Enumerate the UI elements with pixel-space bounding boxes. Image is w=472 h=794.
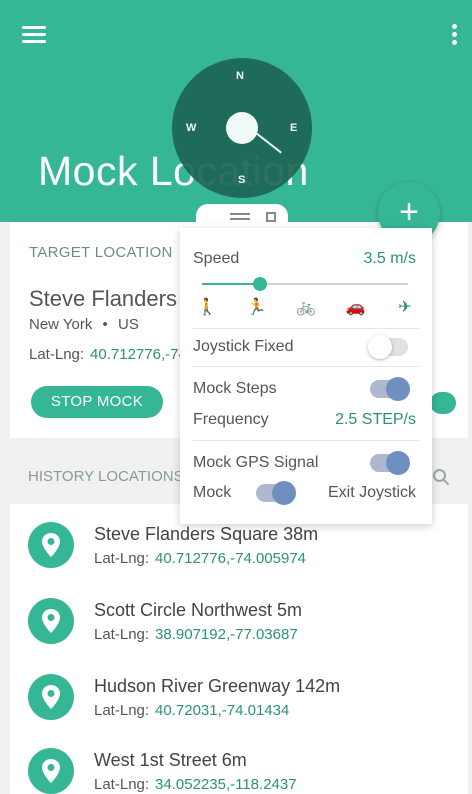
mock-gps-signal-label: Mock GPS Signal	[193, 454, 319, 471]
latlng-value: 34.052235,-118.2437	[155, 776, 297, 793]
location-pin-icon	[28, 598, 74, 644]
mock-label: Mock	[193, 484, 232, 501]
divider	[193, 328, 419, 329]
history-item-latlng: Lat-Lng: 38.907192,-77.03687	[94, 626, 298, 643]
location-pin-icon	[28, 522, 74, 568]
history-item-name: Scott Circle Northwest 5m	[94, 600, 303, 620]
exit-joystick-button[interactable]: Exit Joystick	[328, 484, 416, 502]
joystick-knob[interactable]	[226, 112, 258, 144]
car-icon[interactable]: 🚗	[342, 297, 370, 317]
more-vertical-icon[interactable]	[448, 24, 460, 48]
joystick-fixed-label: Joystick Fixed	[193, 338, 294, 355]
mock-steps-label: Mock Steps	[193, 380, 277, 397]
joystick-direction-indicator	[255, 132, 282, 154]
history-item-latlng: Lat-Lng: 34.052235,-118.2437	[94, 776, 297, 793]
run-icon[interactable]: 🏃	[243, 297, 271, 317]
target-latlng-label: Lat-Lng:	[29, 346, 85, 363]
latlng-label: Lat-Lng:	[94, 776, 150, 793]
compass-east-label: E	[290, 122, 298, 134]
search-icon[interactable]	[432, 468, 450, 486]
walk-icon[interactable]: 🚶	[193, 297, 221, 317]
history-item-name: Steve Flanders Square 38m	[94, 524, 319, 544]
history-item[interactable]: Hudson River Greenway 142m Lat-Lng: 40.72…	[10, 664, 468, 738]
history-item-latlng: Lat-Lng: 40.72031,-74.01434	[94, 702, 289, 719]
target-country: US	[117, 316, 139, 333]
speed-slider-thumb[interactable]	[252, 277, 267, 291]
latlng-label: Lat-Lng:	[94, 550, 150, 567]
divider	[193, 366, 419, 367]
history-title: HISTORY LOCATIONS	[28, 468, 184, 485]
panel-drag-handle[interactable]	[196, 204, 288, 228]
latlng-value: 38.907192,-77.03687	[155, 626, 298, 643]
frequency-value: 2.5 STEP/s	[335, 411, 416, 428]
history-item[interactable]: Scott Circle Northwest 5m Lat-Lng: 38.907…	[10, 588, 468, 662]
latlng-value: 40.72031,-74.01434	[155, 702, 290, 719]
latlng-label: Lat-Lng:	[94, 626, 150, 643]
hamburger-menu-icon[interactable]	[22, 26, 46, 44]
latlng-label: Lat-Lng:	[94, 702, 150, 719]
speed-label: Speed	[193, 250, 240, 267]
history-item-name: West 1st Street 6m	[94, 750, 247, 770]
bicycle-icon[interactable]: 🚲	[292, 297, 320, 317]
history-item-latlng: Lat-Lng: 40.712776,-74.005974	[94, 550, 306, 567]
compass-south-label: S	[238, 174, 246, 186]
joystick-settings-panel: Speed 3.5 m/s 🚶 🏃 🚲 🚗 ✈ Joystick Fixed M…	[180, 228, 432, 524]
target-location-place: New York • US	[29, 316, 139, 333]
speed-value: 3.5 m/s	[363, 250, 416, 267]
history-item-name: Hudson River Greenway 142m	[94, 676, 341, 696]
mock-steps-toggle[interactable]	[370, 377, 410, 401]
frequency-label: Frequency	[193, 411, 269, 428]
latlng-value: 40.712776,-74.005974	[155, 550, 307, 567]
drag-lines-icon	[230, 213, 250, 223]
target-location-title: TARGET LOCATION	[29, 244, 173, 261]
location-pin-icon	[28, 748, 74, 794]
joystick-fixed-toggle[interactable]	[368, 335, 408, 359]
minimize-square-icon[interactable]	[266, 212, 276, 222]
mock-gps-signal-toggle[interactable]	[370, 451, 410, 475]
compass-west-label: W	[186, 122, 197, 134]
location-pin-icon	[28, 674, 74, 720]
compass-north-label: N	[236, 70, 244, 82]
speed-slider-fill	[202, 283, 260, 285]
mock-toggle-partial[interactable]	[430, 392, 456, 414]
airplane-icon[interactable]: ✈	[391, 297, 419, 317]
mock-toggle[interactable]	[256, 481, 296, 505]
history-item[interactable]: West 1st Street 6m Lat-Lng: 34.052235,-11…	[10, 738, 468, 794]
target-city: New York	[29, 316, 93, 333]
history-list: Steve Flanders Square 38m Lat-Lng: 40.712…	[10, 504, 468, 794]
joystick-compass[interactable]: N E S W	[172, 58, 312, 198]
stop-mock-button[interactable]: STOP MOCK	[31, 386, 163, 418]
divider	[193, 440, 419, 441]
travel-mode-row: 🚶 🏃 🚲 🚗 ✈	[193, 294, 419, 320]
